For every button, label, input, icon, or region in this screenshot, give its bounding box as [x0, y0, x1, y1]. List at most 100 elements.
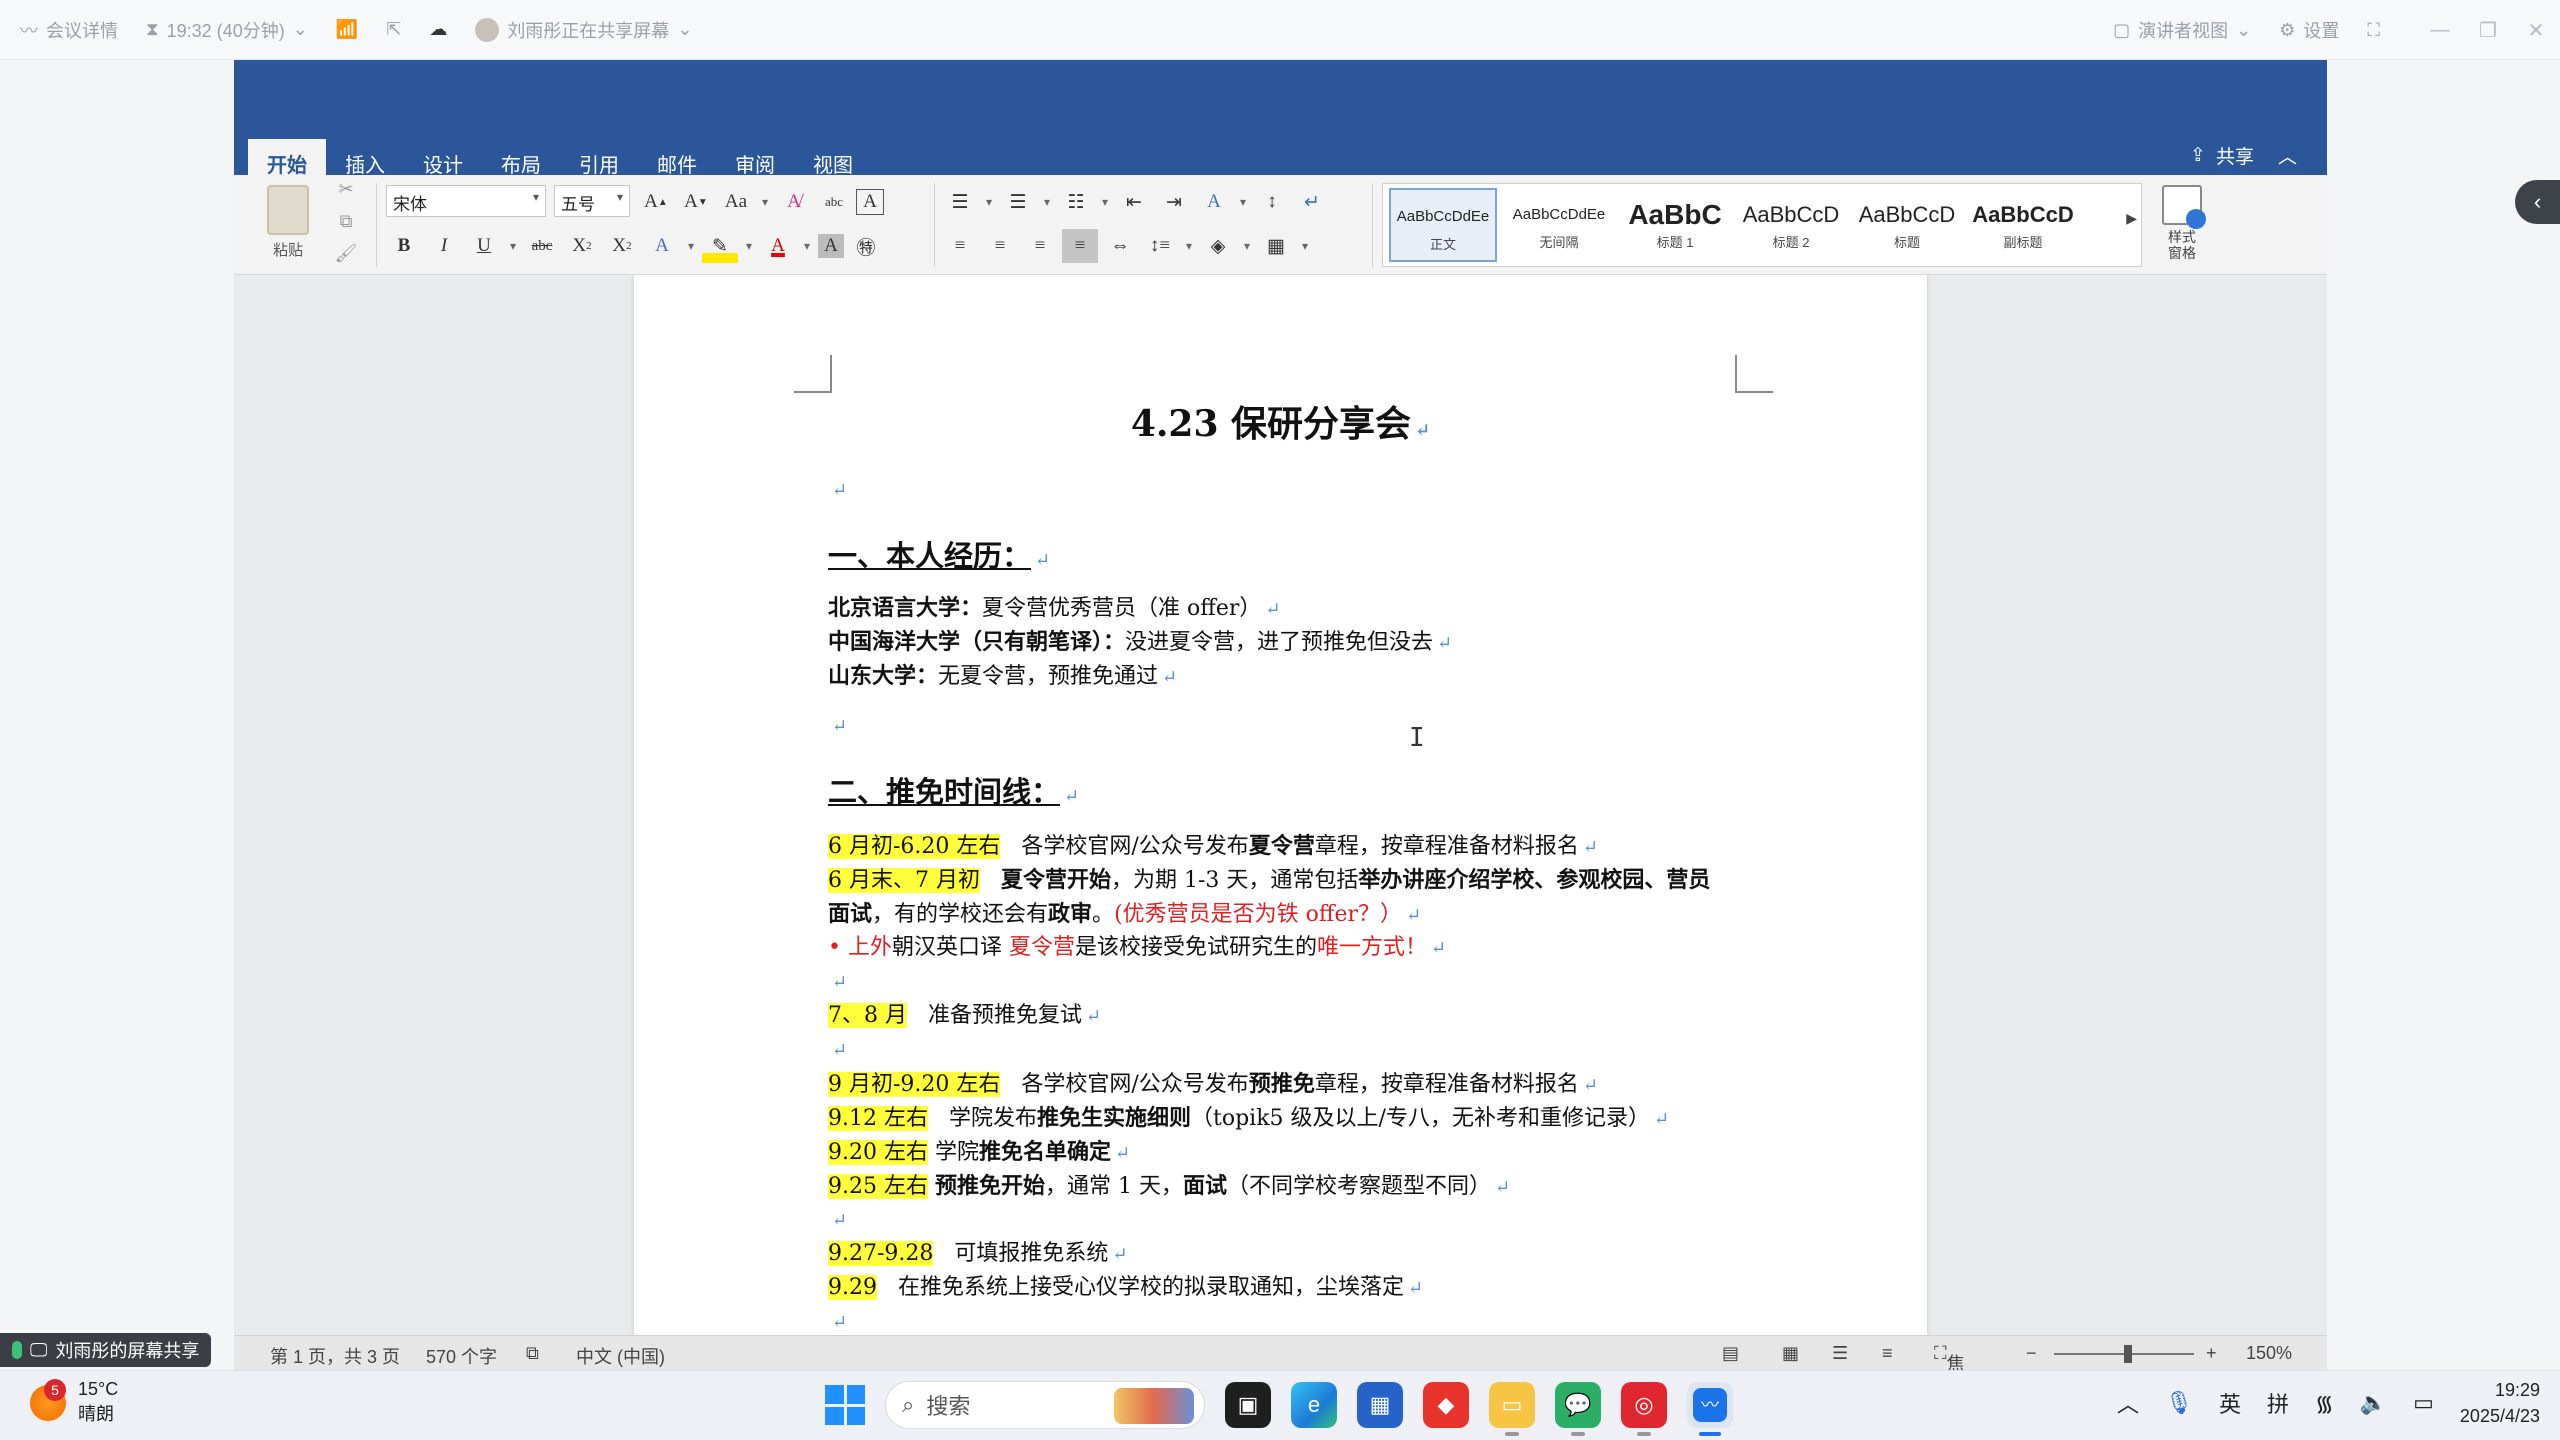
- style-heading-2[interactable]: AaBbCcD 标题 2: [1737, 188, 1845, 262]
- zoom-in-icon[interactable]: +: [2206, 1343, 2217, 1364]
- ime-mode[interactable]: 拼: [2267, 1387, 2289, 1419]
- styles-more-icon[interactable]: ▶: [2126, 210, 2137, 227]
- style-no-spacing[interactable]: AaBbCcDdEe 无间隔: [1505, 188, 1613, 262]
- character-border-icon[interactable]: A: [856, 189, 884, 215]
- fullscreen-icon[interactable]: ⛶: [2367, 20, 2380, 41]
- phonetic-guide-icon[interactable]: abc: [816, 185, 852, 219]
- tab-mailings[interactable]: 邮件: [638, 139, 716, 177]
- tab-insert[interactable]: 插入: [326, 139, 404, 177]
- edge-icon[interactable]: e: [1291, 1382, 1337, 1428]
- document-page[interactable]: 4.23 保研分享会 ↵ ↵ 一、本人经历： ↵ 北京语言大学：夏令营优秀营员（准 …: [634, 275, 1927, 1335]
- grow-font-icon[interactable]: A ▲: [638, 185, 674, 219]
- tab-references[interactable]: 引用: [560, 139, 638, 177]
- volume-icon[interactable]: 🔈: [2360, 1390, 2387, 1416]
- shrink-font-icon[interactable]: A ▼: [678, 185, 714, 219]
- ime-language[interactable]: 英: [2219, 1387, 2241, 1419]
- style-heading-1[interactable]: AaBbC 标题 1: [1621, 188, 1729, 262]
- app-diamond-icon[interactable]: ◆: [1423, 1382, 1469, 1428]
- battery-icon[interactable]: ▭: [2413, 1390, 2434, 1416]
- strikethrough-icon[interactable]: abc: [524, 229, 560, 263]
- chevron-up-icon[interactable]: ︿: [2117, 1387, 2139, 1419]
- store-icon[interactable]: ▦: [1357, 1382, 1403, 1428]
- draft-view-icon[interactable]: ≡: [1882, 1343, 1893, 1364]
- meeting-timer[interactable]: ⧗ 19:32 (40分钟) ⌄: [146, 17, 308, 43]
- superscript-icon[interactable]: X2: [604, 229, 640, 263]
- minimize-icon[interactable]: —: [2416, 19, 2464, 42]
- collapse-ribbon-icon[interactable]: ︿: [2278, 142, 2297, 169]
- restore-icon[interactable]: ❐: [2464, 18, 2512, 43]
- bullets-icon[interactable]: ☰: [942, 185, 978, 219]
- taskbar-search[interactable]: ⌕ 搜索: [885, 1381, 1205, 1429]
- meeting-details-button[interactable]: 〰 会议详情: [20, 17, 118, 43]
- font-size-select[interactable]: 五号 ▾: [554, 185, 630, 217]
- distributed-icon[interactable]: ⇔: [1102, 229, 1138, 263]
- style-title[interactable]: AaBbCcD 标题: [1853, 188, 1961, 262]
- chinese-layout-icon[interactable]: A: [1196, 185, 1232, 219]
- chevron-down-icon[interactable]: ▾: [742, 229, 756, 263]
- language-indicator[interactable]: 中文 (中国): [576, 1343, 665, 1369]
- system-clock[interactable]: 19:29 2025/4/23: [2460, 1377, 2540, 1429]
- focus-mode-button[interactable]: ⛶ 焦点: [1934, 1343, 1965, 1370]
- shading-icon[interactable]: ◈: [1200, 229, 1236, 263]
- character-shading-icon[interactable]: A: [818, 234, 844, 258]
- settings-button[interactable]: ⚙ 设置: [2279, 17, 2339, 43]
- chevron-down-icon[interactable]: ▾: [1098, 185, 1112, 219]
- chevron-down-icon[interactable]: ▾: [684, 229, 698, 263]
- multilevel-list-icon[interactable]: ☷: [1058, 185, 1094, 219]
- styles-pane-button[interactable]: 样式 窗格: [2152, 183, 2212, 261]
- expand-panel-icon[interactable]: ‹: [2515, 180, 2560, 224]
- chevron-down-icon[interactable]: ▾: [1240, 229, 1254, 263]
- decrease-indent-icon[interactable]: ⇤: [1116, 185, 1152, 219]
- file-explorer-icon[interactable]: ▭: [1489, 1382, 1535, 1436]
- chevron-down-icon[interactable]: ▾: [1298, 229, 1312, 263]
- enclose-characters-icon[interactable]: ㊕: [848, 229, 884, 263]
- sharer-indicator[interactable]: 刘雨彤正在共享屏幕 ⌄: [475, 17, 692, 43]
- chevron-down-icon[interactable]: ▾: [506, 229, 520, 263]
- borders-icon[interactable]: ▦: [1258, 229, 1294, 263]
- align-center-icon[interactable]: ≡: [982, 229, 1018, 263]
- tab-view[interactable]: 视图: [794, 139, 872, 177]
- underline-icon[interactable]: U: [466, 229, 502, 263]
- change-case-icon[interactable]: Aa: [718, 185, 754, 219]
- align-right-icon[interactable]: ≡: [1022, 229, 1058, 263]
- numbering-icon[interactable]: ☰: [1000, 185, 1036, 219]
- copy-icon[interactable]: ⧉: [326, 211, 366, 239]
- clear-format-icon[interactable]: A̸: [776, 185, 812, 219]
- start-button[interactable]: [825, 1385, 865, 1425]
- zoom-level[interactable]: 150%: [2246, 1343, 2292, 1364]
- close-icon[interactable]: ✕: [2512, 18, 2560, 43]
- task-view-icon[interactable]: ▣: [1225, 1382, 1271, 1428]
- highlight-icon[interactable]: ✎: [702, 229, 738, 263]
- increase-indent-icon[interactable]: ⇥: [1156, 185, 1192, 219]
- show-marks-icon[interactable]: ↵: [1294, 185, 1330, 219]
- style-subtitle[interactable]: AaBbCcD 副标题: [1969, 188, 2077, 262]
- justify-icon[interactable]: ≡: [1062, 229, 1098, 263]
- cut-icon[interactable]: ✂: [326, 179, 366, 207]
- sort-icon[interactable]: ↕: [1254, 185, 1290, 219]
- chevron-down-icon[interactable]: ▾: [1182, 229, 1196, 263]
- tab-review[interactable]: 审阅: [716, 139, 794, 177]
- font-name-select[interactable]: 宋体 ▾: [386, 185, 546, 217]
- netease-music-icon[interactable]: ◎: [1621, 1382, 1667, 1436]
- bold-icon[interactable]: B: [386, 229, 422, 263]
- weather-widget[interactable]: 5 15°C 晴朗: [30, 1378, 118, 1426]
- screen-share-badge[interactable]: 🖵 刘雨彤的屏幕共享: [0, 1333, 212, 1367]
- word-count[interactable]: 570 个字: [426, 1343, 497, 1369]
- format-painter-icon[interactable]: 🖌: [326, 243, 366, 271]
- chevron-down-icon[interactable]: ▾: [982, 185, 996, 219]
- wechat-icon[interactable]: 💬: [1555, 1382, 1601, 1436]
- wifi-icon[interactable]: ᯾: [2315, 1388, 2334, 1418]
- web-layout-icon[interactable]: ▦: [1782, 1343, 1799, 1364]
- document-area[interactable]: 4.23 保研分享会 ↵ ↵ 一、本人经历： ↵ 北京语言大学：夏令营优秀营员（准 …: [234, 275, 2327, 1335]
- style-normal[interactable]: AaBbCcDdEe 正文: [1389, 188, 1497, 262]
- chevron-down-icon[interactable]: ▾: [1040, 185, 1054, 219]
- paste-button[interactable]: 粘贴: [248, 175, 328, 275]
- page-count[interactable]: 第 1 页，共 3 页: [270, 1343, 400, 1369]
- presenter-view-button[interactable]: ▢ 演讲者视图 ⌄: [2113, 17, 2251, 43]
- chevron-down-icon[interactable]: ▾: [758, 185, 772, 219]
- microphone-icon[interactable]: 🎙: [2165, 1390, 2193, 1416]
- cloud-record-icon[interactable]: ☁: [429, 19, 447, 40]
- tab-design[interactable]: 设计: [404, 139, 482, 177]
- chevron-down-icon[interactable]: ▾: [1236, 185, 1250, 219]
- outline-view-icon[interactable]: ☰: [1832, 1343, 1848, 1364]
